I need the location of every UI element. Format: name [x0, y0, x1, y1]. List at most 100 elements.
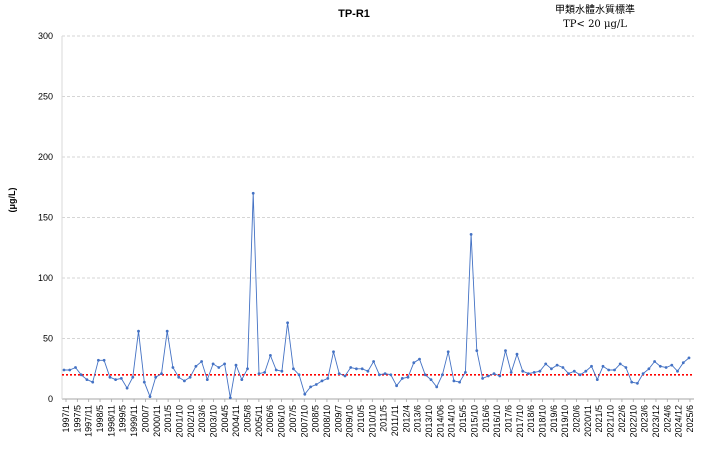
data-point	[481, 377, 484, 380]
data-point	[412, 361, 416, 365]
gridlines	[62, 35, 694, 339]
data-point	[108, 375, 112, 379]
data-point	[165, 329, 169, 333]
x-tick-label: 2024/6	[662, 405, 672, 433]
chart-title: TP-R1	[338, 8, 370, 20]
data-point	[567, 372, 570, 375]
data-point	[171, 366, 175, 369]
y-tick-label: 300	[38, 31, 53, 41]
x-tick-label: 2006/6	[265, 405, 275, 433]
data-point	[538, 369, 542, 373]
data-point	[653, 360, 656, 363]
data-point	[406, 375, 410, 379]
data-point	[464, 371, 467, 374]
data-point	[74, 366, 77, 369]
x-tick-label: 2018/10	[538, 405, 548, 438]
x-tick-label: 1997/5	[72, 405, 82, 433]
x-tick-label: 2021/10	[606, 405, 616, 438]
data-point	[217, 366, 221, 369]
data-point	[590, 364, 593, 368]
data-point	[681, 361, 685, 365]
y-tick-label: 0	[48, 394, 53, 404]
data-point	[630, 380, 634, 384]
x-tick-label: 2010/10	[367, 405, 377, 438]
x-tick-label: 2018/6	[526, 405, 536, 433]
x-tick-label: 2019/6	[549, 405, 559, 433]
data-point	[498, 374, 502, 378]
data-point	[435, 385, 439, 389]
data-point	[332, 350, 335, 354]
data-point	[676, 369, 679, 373]
data-point	[515, 352, 519, 356]
data-point	[194, 364, 198, 368]
x-tick-label: 2024/12	[674, 405, 684, 438]
data-point	[521, 369, 525, 373]
data-point	[607, 368, 611, 372]
data-point	[246, 367, 249, 371]
data-point	[601, 364, 605, 368]
x-tick-label: 2014/06	[435, 405, 445, 438]
x-tick-label: 2011/11	[390, 405, 400, 436]
x-tick-label: 2025/6	[685, 405, 695, 433]
data-point	[418, 357, 421, 361]
x-tick-label: 2019/10	[560, 405, 570, 438]
data-point	[527, 372, 530, 375]
data-point	[303, 392, 307, 396]
data-point	[664, 366, 668, 369]
data-point	[366, 369, 370, 373]
data-point	[400, 377, 404, 380]
data-point	[395, 384, 398, 388]
x-tick-label: 2016/6	[481, 405, 491, 433]
x-tick-label: 2001/10	[174, 405, 184, 438]
x-tick-label: 2000/7	[140, 405, 150, 433]
x-tick-label: 2017/10	[515, 405, 525, 438]
x-tick-label: 2022/10	[628, 405, 638, 438]
y-tick-label: 250	[38, 92, 53, 102]
x-tick-label: 2012/4	[401, 405, 411, 433]
x-tick-label: 2013/10	[424, 405, 434, 438]
data-point	[240, 378, 244, 381]
x-axis-ticks: 1997/1 1997/5 1997/11 1998/5 1998/11 1999/5 19…	[61, 399, 695, 438]
data-point	[228, 396, 232, 400]
data-point	[578, 373, 582, 377]
data-point	[372, 360, 375, 363]
data-point	[297, 373, 301, 377]
data-point	[263, 371, 267, 374]
x-tick-label: 2007/5	[288, 405, 298, 433]
x-tick-label: 2020/6	[572, 405, 582, 433]
data-point	[211, 362, 215, 366]
data-point	[131, 375, 135, 379]
x-tick-label: 2020/11	[583, 405, 593, 437]
data-point	[458, 380, 461, 384]
data-point	[257, 372, 261, 375]
y-tick-label: 100	[38, 273, 53, 283]
x-tick-label: 2002/10	[186, 405, 196, 438]
data-point	[280, 369, 284, 373]
data-point	[102, 358, 106, 362]
data-point	[641, 372, 645, 375]
data-point	[91, 380, 95, 384]
data-point	[314, 383, 318, 386]
x-tick-label: 2022/6	[617, 405, 627, 433]
data-point	[670, 363, 674, 367]
data-point	[486, 374, 490, 378]
x-tick-label: 2005/11	[254, 405, 264, 437]
data-point	[177, 375, 181, 379]
data-point	[360, 367, 364, 371]
y-tick-label: 150	[38, 213, 53, 223]
data-point	[355, 367, 358, 371]
data-point	[624, 366, 628, 369]
data-point	[320, 379, 324, 383]
data-point	[532, 371, 536, 374]
x-tick-label: 2021/5	[594, 405, 604, 433]
data-point	[343, 374, 347, 378]
x-tick-label: 2000/11	[152, 405, 162, 437]
x-tick-label: 2004/5	[220, 405, 230, 433]
x-tick-label: 1998/11	[106, 405, 116, 437]
data-point	[183, 379, 186, 383]
x-tick-label: 2003/6	[197, 405, 207, 433]
data-point	[160, 372, 163, 375]
data-point	[154, 375, 158, 379]
data-point	[119, 377, 123, 380]
data-point	[636, 381, 639, 385]
